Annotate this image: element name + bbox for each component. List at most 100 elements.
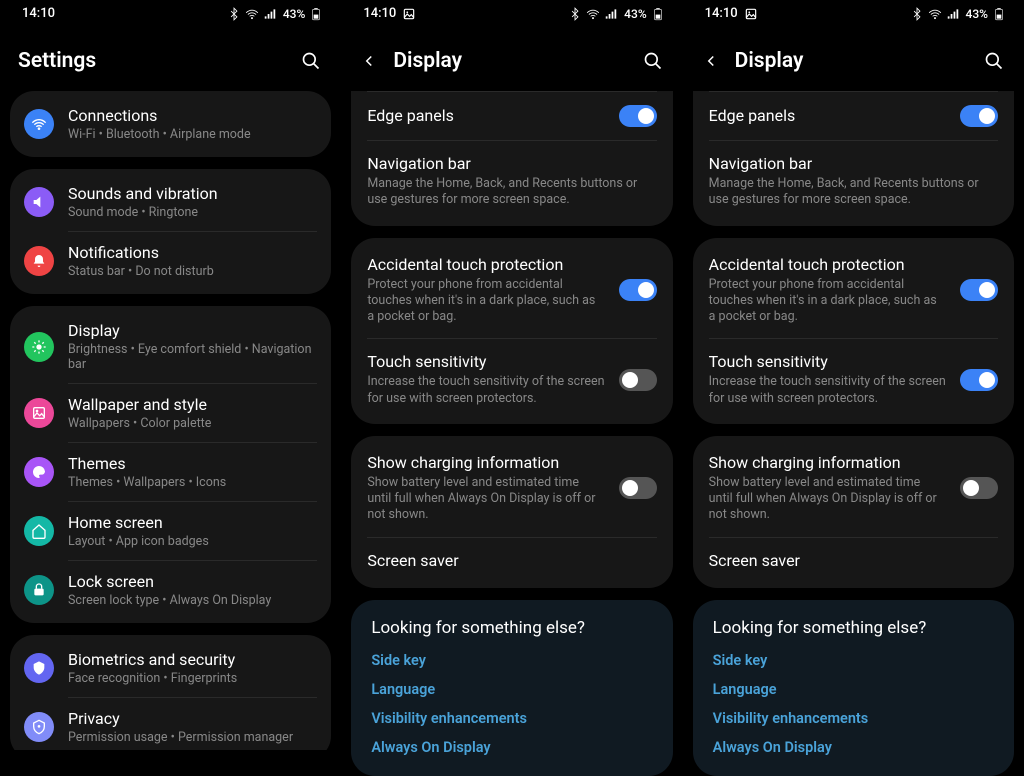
toggle-edge-panels[interactable]: [619, 105, 657, 127]
row-desc: Manage the Home, Back, and Recents butto…: [709, 176, 998, 209]
toggle-charging-info[interactable]: [960, 477, 998, 499]
status-icons: 43%: [568, 7, 664, 21]
item-connections[interactable]: Connections Wi-Fi • Bluetooth • Airplane…: [10, 95, 331, 153]
privacy-icon: [24, 712, 54, 742]
row-title: Accidental touch protection: [709, 255, 946, 275]
link-aod[interactable]: Always On Display: [713, 739, 994, 756]
row-edge-panels[interactable]: Edge panels: [351, 92, 672, 140]
item-title: Wallpaper and style: [68, 395, 317, 415]
toggle-touch-sensitivity[interactable]: [960, 369, 998, 391]
item-subtitle: Screen lock type • Always On Display: [68, 593, 317, 608]
bluetooth-icon: [227, 7, 241, 21]
row-edge-panels[interactable]: Edge panels: [693, 92, 1014, 140]
link-side-key[interactable]: Side key: [371, 652, 652, 669]
row-title: Show charging information: [367, 453, 604, 473]
toggle-touch-sensitivity[interactable]: [619, 369, 657, 391]
item-themes[interactable]: Themes Themes • Wallpapers • Icons: [10, 443, 331, 501]
status-bar: 14:10 43%: [345, 0, 678, 25]
row-accidental-touch[interactable]: Accidental touch protection Protect your…: [693, 242, 1014, 339]
row-title: Navigation bar: [709, 154, 998, 174]
row-title: Edge panels: [367, 106, 604, 126]
search-icon: [984, 51, 1004, 71]
row-title: Touch sensitivity: [367, 352, 604, 372]
search-icon: [643, 51, 663, 71]
item-biometrics[interactable]: Biometrics and security Face recognition…: [10, 639, 331, 697]
toggle-accidental-touch[interactable]: [960, 279, 998, 301]
row-navigation-bar[interactable]: Navigation bar Manage the Home, Back, an…: [693, 141, 1014, 222]
item-subtitle: Face recognition • Fingerprints: [68, 671, 317, 686]
row-desc: Increase the touch sensitivity of the sc…: [367, 374, 604, 407]
search-button[interactable]: [299, 49, 323, 73]
back-button[interactable]: [359, 51, 379, 71]
item-subtitle: Layout • App icon badges: [68, 534, 317, 549]
lock-icon: [24, 575, 54, 605]
wifi-icon: [245, 7, 259, 21]
settings-group: Sounds and vibration Sound mode • Ringto…: [10, 169, 331, 294]
item-lock-screen[interactable]: Lock screen Screen lock type • Always On…: [10, 561, 331, 619]
row-charging-info[interactable]: Show charging information Show battery l…: [351, 440, 672, 537]
link-visibility[interactable]: Visibility enhancements: [371, 710, 652, 727]
toggle-edge-panels[interactable]: [960, 105, 998, 127]
status-time: 14:10: [363, 6, 396, 21]
header: Settings: [4, 25, 337, 91]
link-side-key[interactable]: Side key: [713, 652, 994, 669]
bluetooth-icon: [910, 7, 924, 21]
back-button[interactable]: [701, 51, 721, 71]
item-title: Lock screen: [68, 572, 317, 592]
header: Display: [687, 25, 1020, 91]
link-aod[interactable]: Always On Display: [371, 739, 652, 756]
row-charging-info[interactable]: Show charging information Show battery l…: [693, 440, 1014, 537]
row-screen-saver[interactable]: Screen saver: [351, 538, 672, 584]
display-group: Edge panels Navigation bar Manage the Ho…: [351, 91, 672, 226]
row-screen-saver[interactable]: Screen saver: [693, 538, 1014, 584]
toggle-charging-info[interactable]: [619, 477, 657, 499]
item-subtitle: Wi-Fi • Bluetooth • Airplane mode: [68, 127, 317, 142]
row-navigation-bar[interactable]: Navigation bar Manage the Home, Back, an…: [351, 141, 672, 222]
battery-percent: 43%: [966, 7, 988, 21]
looking-for-group: Looking for something else? Side key Lan…: [693, 600, 1014, 776]
row-desc: Protect your phone from accidental touch…: [709, 277, 946, 326]
item-subtitle: Themes • Wallpapers • Icons: [68, 475, 317, 490]
item-display[interactable]: Display Brightness • Eye comfort shield …: [10, 310, 331, 383]
search-button[interactable]: [641, 49, 665, 73]
item-title: Sounds and vibration: [68, 184, 317, 204]
row-accidental-touch[interactable]: Accidental touch protection Protect your…: [351, 242, 672, 339]
page-title: Settings: [18, 49, 96, 73]
looking-for-title: Looking for something else?: [713, 618, 994, 638]
bluetooth-icon: [568, 7, 582, 21]
item-home-screen[interactable]: Home screen Layout • App icon badges: [10, 502, 331, 560]
search-button[interactable]: [982, 49, 1006, 73]
status-bar: 14:10 43%: [4, 0, 337, 25]
display-group: Accidental touch protection Protect your…: [351, 238, 672, 424]
status-bar: 14:10 43%: [687, 0, 1020, 25]
item-sounds[interactable]: Sounds and vibration Sound mode • Ringto…: [10, 173, 331, 231]
screenshot-indicator-icon: [744, 7, 758, 21]
link-language[interactable]: Language: [371, 681, 652, 698]
panel-display-a: 14:10 43% Display Edge panels: [341, 0, 682, 759]
item-wallpaper[interactable]: Wallpaper and style Wallpapers • Color p…: [10, 384, 331, 442]
item-subtitle: Permission usage • Permission manager: [68, 730, 317, 745]
item-privacy[interactable]: Privacy Permission usage • Permission ma…: [10, 698, 331, 750]
item-notifications[interactable]: Notifications Status bar • Do not distur…: [10, 232, 331, 290]
signal-icon: [946, 7, 960, 21]
row-title: Screen saver: [709, 551, 998, 571]
settings-list[interactable]: Connections Wi-Fi • Bluetooth • Airplane…: [4, 91, 337, 750]
toggle-accidental-touch[interactable]: [619, 279, 657, 301]
link-visibility[interactable]: Visibility enhancements: [713, 710, 994, 727]
row-touch-sensitivity[interactable]: Touch sensitivity Increase the touch sen…: [351, 339, 672, 420]
looking-for-title: Looking for something else?: [371, 618, 652, 638]
shield-icon: [24, 653, 54, 683]
item-subtitle: Brightness • Eye comfort shield • Naviga…: [68, 342, 317, 372]
wallpaper-icon: [24, 398, 54, 428]
link-language[interactable]: Language: [713, 681, 994, 698]
chevron-left-icon: [702, 52, 720, 70]
looking-for-group: Looking for something else? Side key Lan…: [351, 600, 672, 776]
status-time: 14:10: [705, 6, 738, 21]
wifi-icon: [586, 7, 600, 21]
row-desc: Protect your phone from accidental touch…: [367, 277, 604, 326]
page-title: Display: [393, 49, 462, 73]
row-touch-sensitivity[interactable]: Touch sensitivity Increase the touch sen…: [693, 339, 1014, 420]
status-icons: 43%: [227, 7, 323, 21]
display-group: Edge panels Navigation bar Manage the Ho…: [693, 91, 1014, 226]
home-icon: [24, 516, 54, 546]
